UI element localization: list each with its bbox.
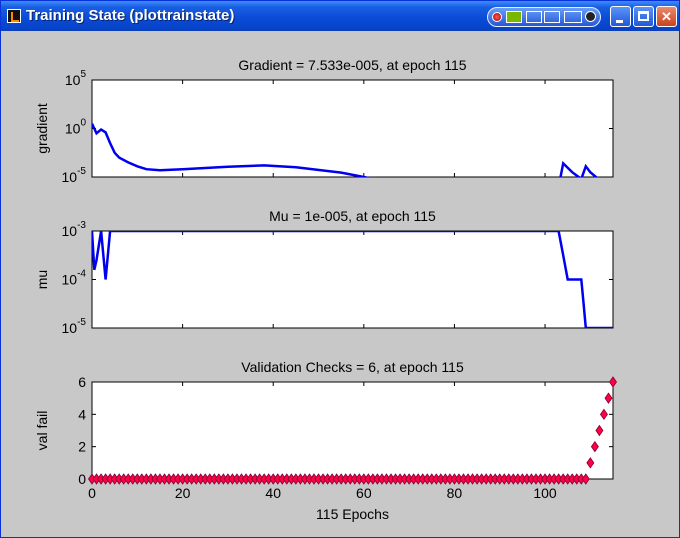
y-tick-label: 10-5 (62, 166, 87, 185)
y-tick-label: 4 (78, 406, 86, 422)
y-tick-label: 2 (78, 439, 86, 455)
plot-area-3 (91, 381, 614, 480)
y-tick-label: 105 (65, 69, 87, 88)
x-tick-label: 60 (356, 485, 372, 501)
y-tick-label: 6 (78, 374, 86, 390)
plot-area-1 (91, 79, 614, 178)
x-tick-label: 40 (265, 485, 281, 501)
plot-title-3: Validation Checks = 6, at epoch 115 (241, 359, 464, 375)
y-tick-label: 10-3 (62, 220, 87, 239)
x-tick-label: 80 (447, 485, 463, 501)
y-tick-label: 100 (65, 118, 87, 137)
y-tick-label: 10-4 (62, 269, 87, 288)
y-tick-label: 0 (78, 471, 86, 487)
x-axis-label: 115 Epochs (316, 506, 389, 522)
y-axis-label-1: gradient (34, 103, 50, 154)
plot-title-2: Mu = 1e-005, at epoch 115 (269, 208, 436, 224)
plot-area-2 (91, 230, 614, 329)
y-axis-label-2: mu (34, 270, 50, 289)
plot-title-1: Gradient = 7.533e-005, at epoch 115 (238, 57, 466, 73)
x-tick-label: 100 (533, 485, 557, 501)
x-tick-label: 20 (175, 485, 191, 501)
y-tick-label: 10-5 (62, 317, 87, 336)
figure-window: Training State (plottrainstate) Gradient… (0, 0, 680, 538)
training-state-plots: Gradient = 7.533e-005, at epoch 115 gradi… (34, 57, 617, 522)
y-axis-label-3: val fail (34, 411, 50, 451)
x-tick-label: 0 (88, 485, 96, 501)
